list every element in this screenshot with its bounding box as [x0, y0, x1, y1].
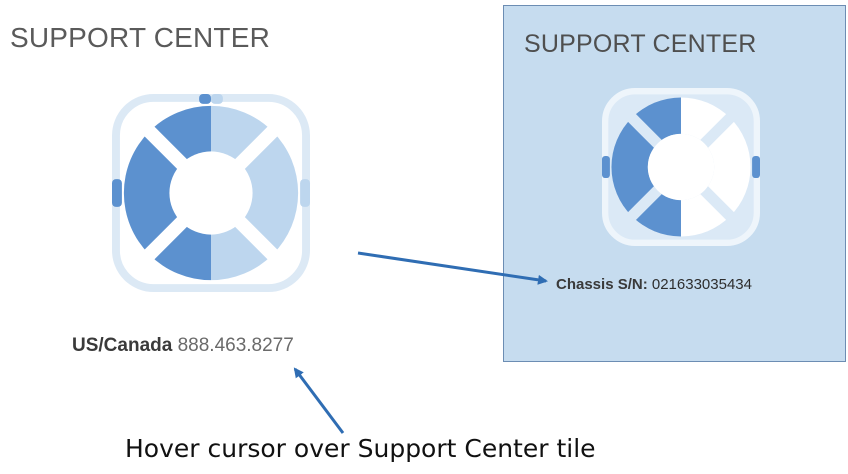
support-phone: US/Canada 888.463.8277: [72, 335, 294, 357]
phone-number: 888.463.8277: [177, 335, 294, 356]
support-center-title-hover: SUPPORT CENTER: [524, 30, 757, 58]
chassis-serial: Chassis S/N: 021633035434: [556, 276, 752, 293]
chassis-label: Chassis S/N:: [556, 276, 648, 293]
phone-label: US/Canada: [72, 335, 173, 356]
lifebuoy-icon: [602, 88, 760, 246]
support-center-title: SUPPORT CENTER: [10, 22, 271, 53]
annotation-caption: Hover cursor over Support Center tile: [125, 434, 596, 463]
lifebuoy-icon: [112, 94, 310, 292]
arrow-to-phone: [293, 367, 345, 434]
chassis-number: 021633035434: [651, 276, 752, 293]
